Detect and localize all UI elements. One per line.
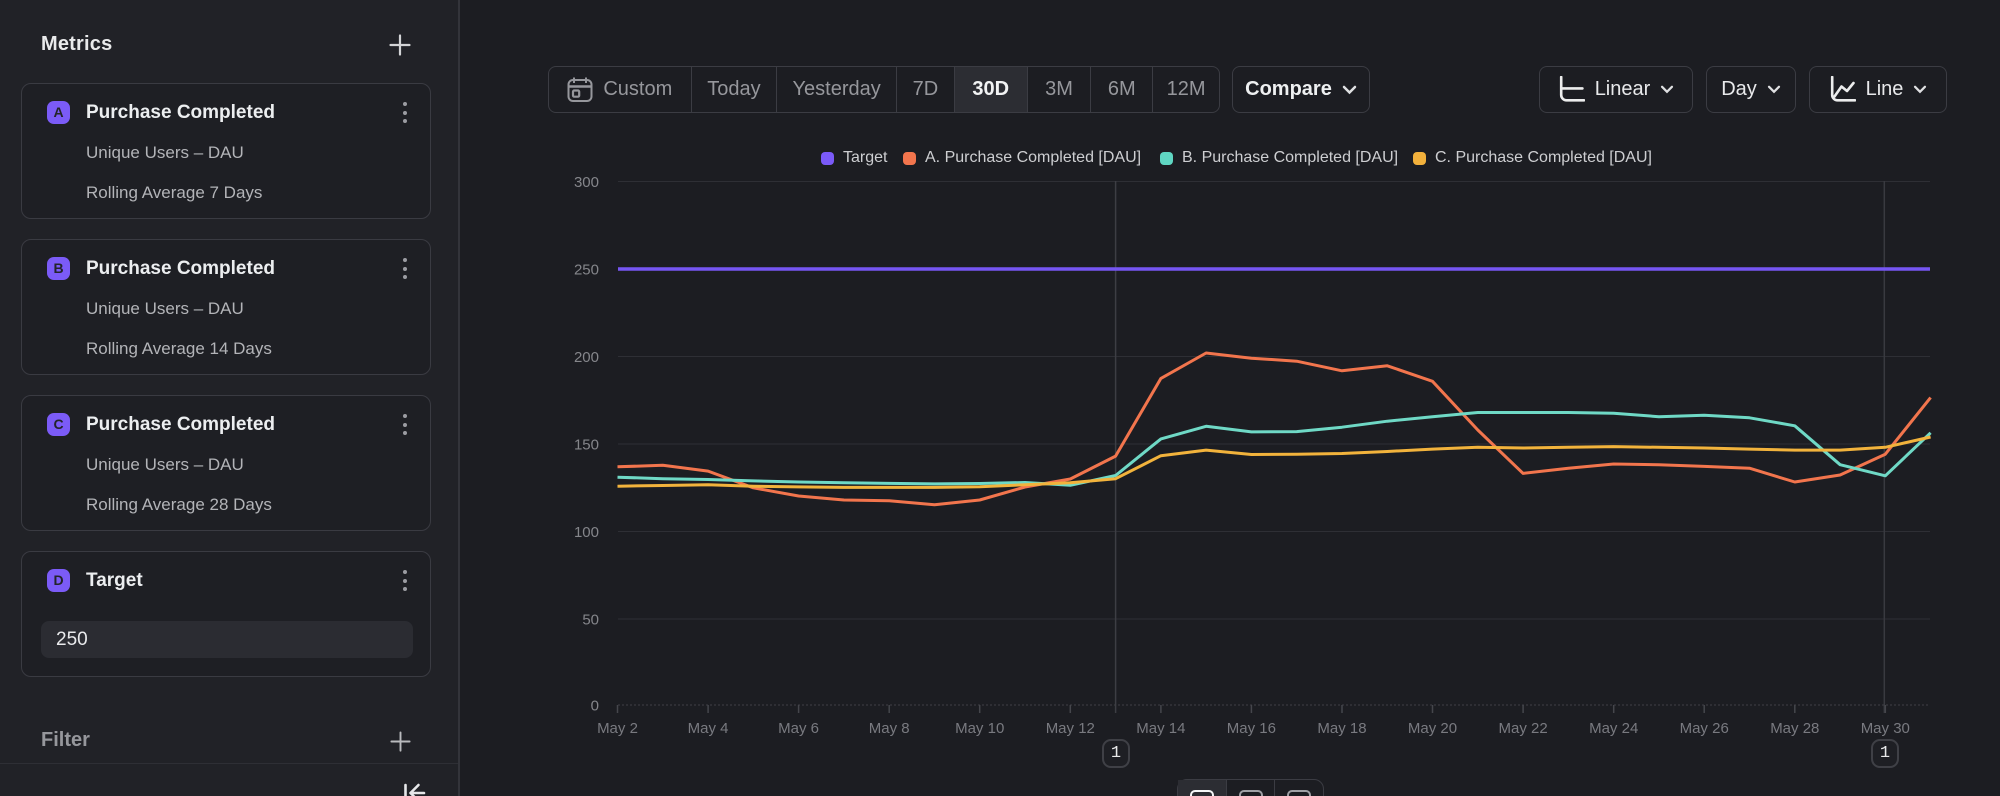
svg-text:May 18: May 18: [1317, 720, 1366, 737]
svg-text:May 2: May 2: [597, 720, 638, 737]
svg-text:100: 100: [574, 524, 599, 541]
svg-text:May 22: May 22: [1498, 720, 1547, 737]
svg-text:May 6: May 6: [778, 720, 819, 737]
svg-text:May 26: May 26: [1680, 720, 1729, 737]
svg-text:150: 150: [574, 437, 599, 454]
svg-text:May 8: May 8: [869, 720, 910, 737]
svg-text:200: 200: [574, 349, 599, 366]
svg-text:May 28: May 28: [1770, 720, 1819, 737]
svg-text:May 12: May 12: [1046, 720, 1095, 737]
svg-text:50: 50: [582, 612, 599, 629]
svg-text:May 16: May 16: [1227, 720, 1276, 737]
svg-text:May 14: May 14: [1136, 720, 1185, 737]
svg-text:May 24: May 24: [1589, 720, 1638, 737]
svg-text:May 30: May 30: [1861, 720, 1910, 737]
svg-text:250: 250: [574, 262, 599, 279]
svg-text:May 4: May 4: [688, 720, 729, 737]
svg-text:May 20: May 20: [1408, 720, 1457, 737]
svg-text:0: 0: [591, 698, 599, 715]
svg-text:May 10: May 10: [955, 720, 1004, 737]
svg-text:300: 300: [574, 174, 599, 191]
